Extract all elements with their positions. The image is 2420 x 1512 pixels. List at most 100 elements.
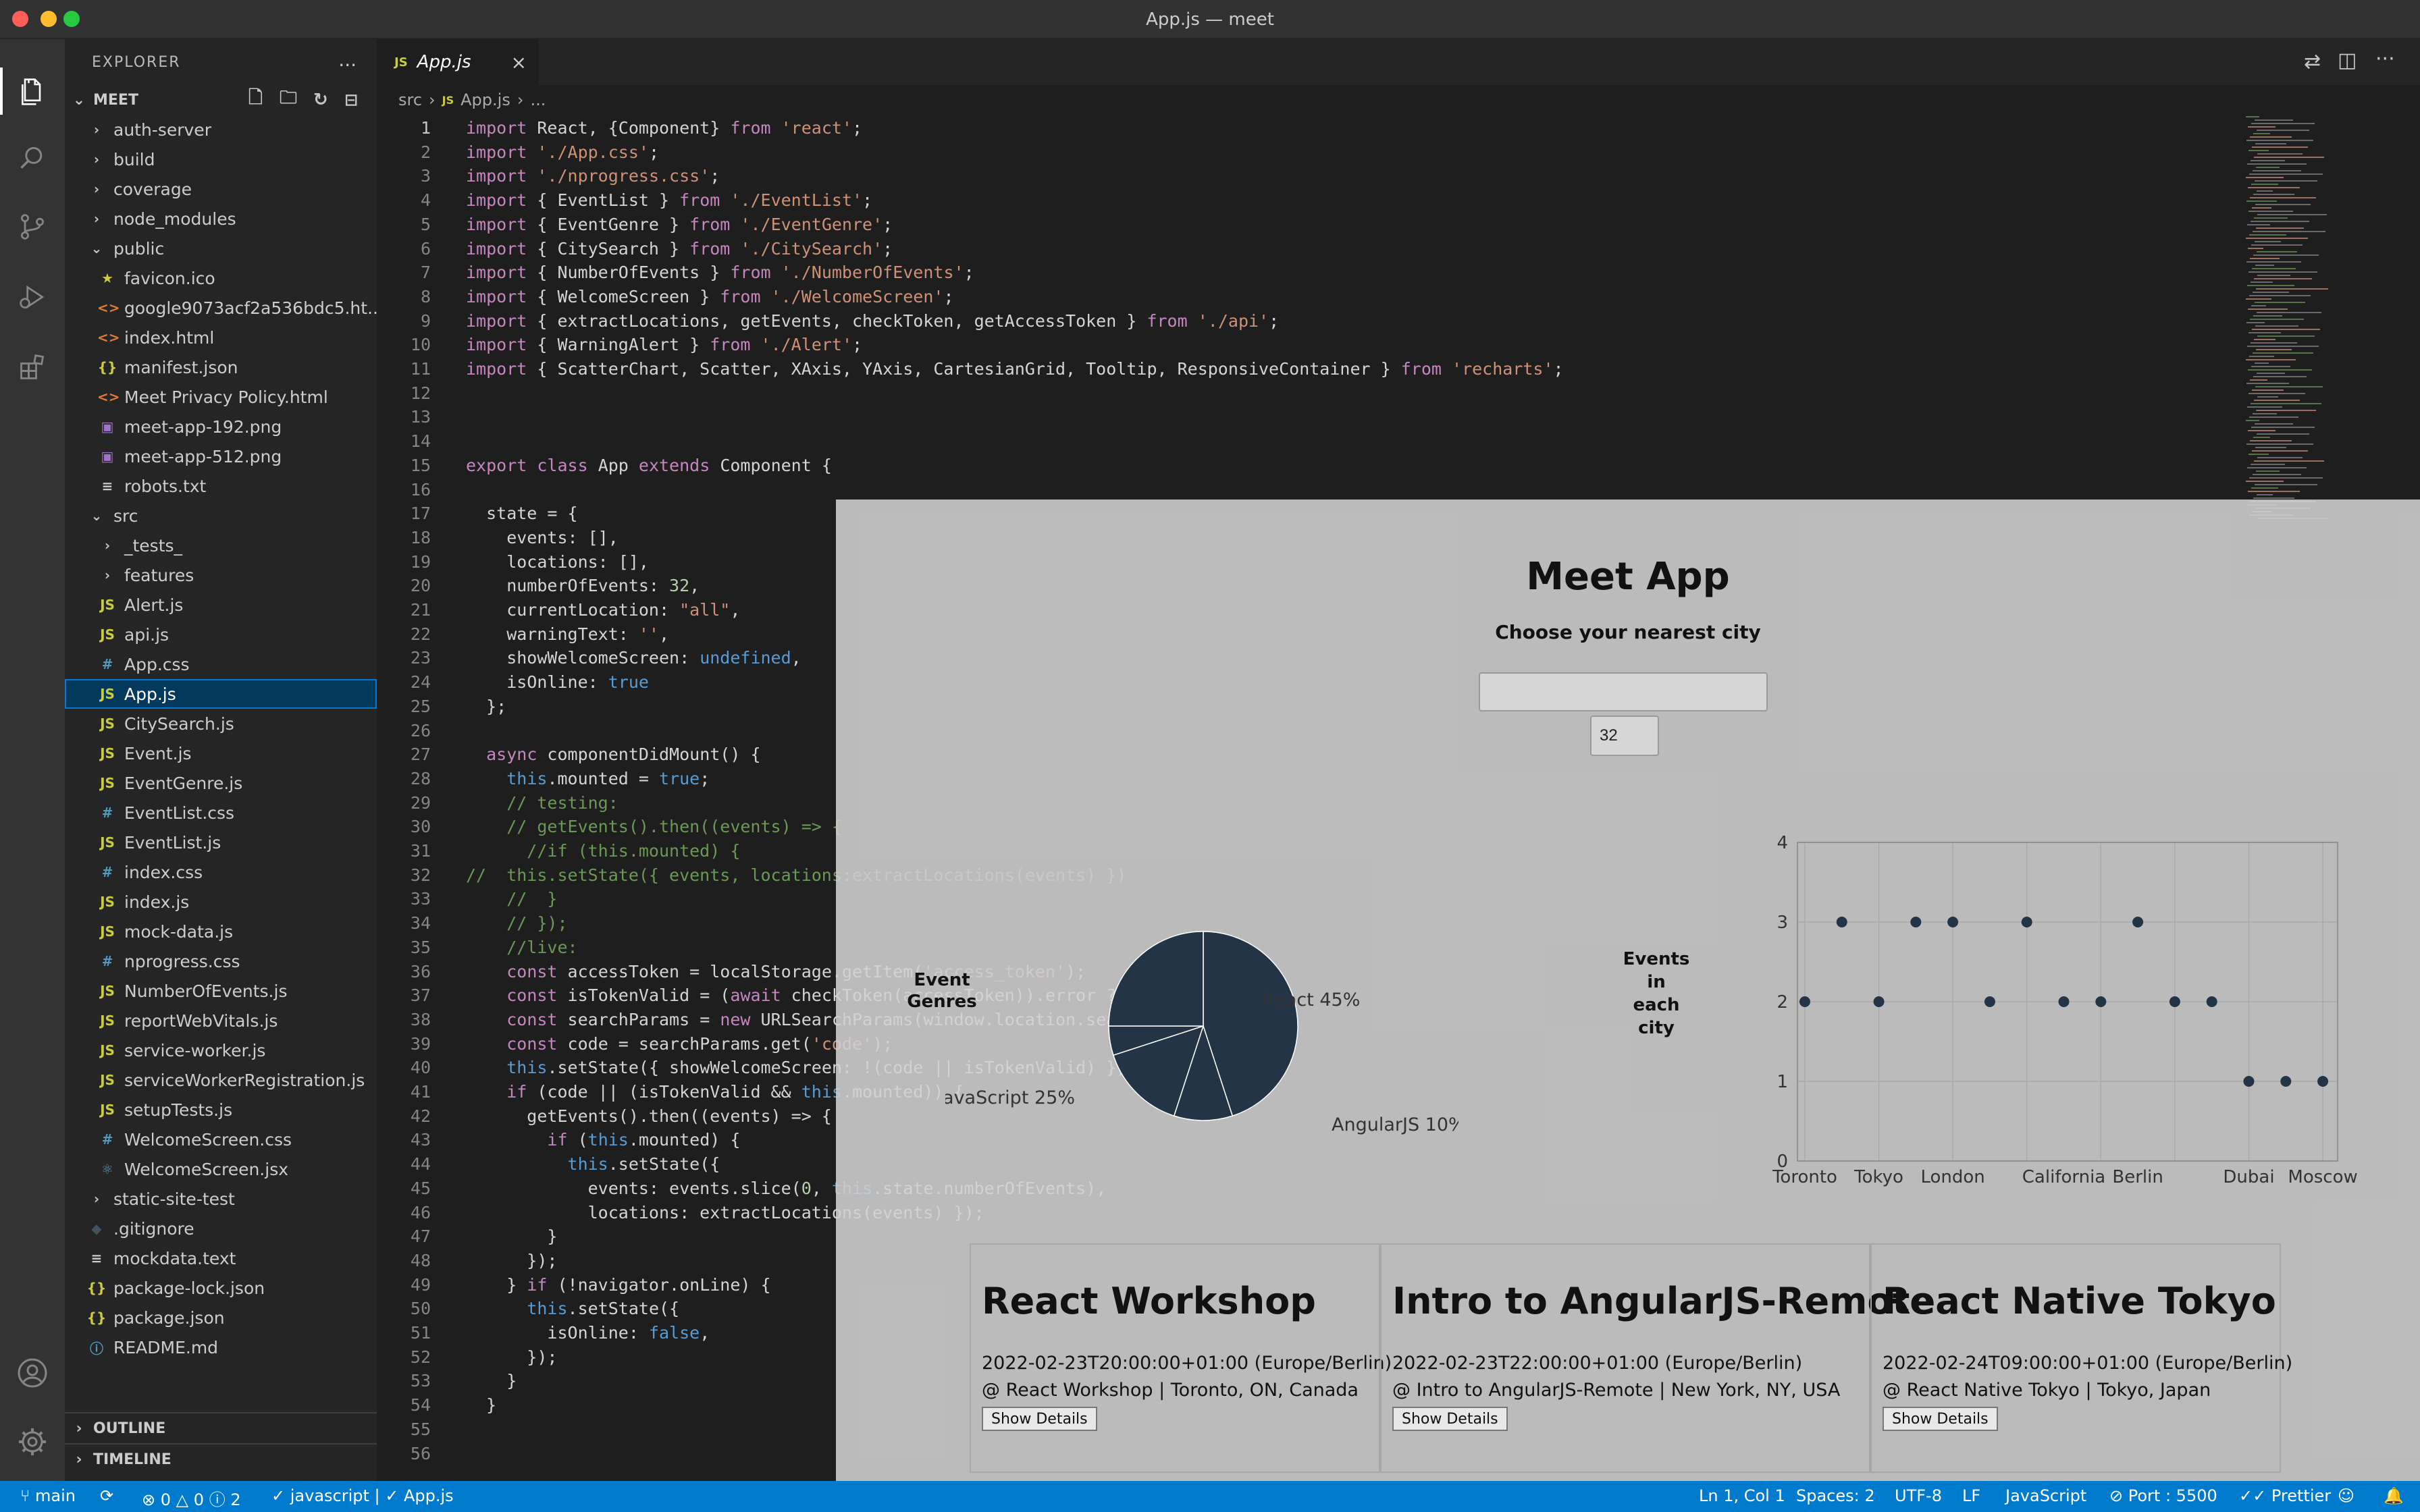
breadcrumb-more[interactable]: ... [530, 90, 546, 109]
folder-item[interactable]: › build [65, 144, 377, 174]
file-item[interactable]: JS Event.js [65, 738, 377, 768]
file-item[interactable]: JS serviceWorkerRegistration.js [65, 1065, 377, 1095]
file-item[interactable]: {} package-lock.json [65, 1273, 377, 1303]
file-item[interactable]: JS Alert.js [65, 590, 377, 620]
file-item[interactable]: # WelcomeScreen.css [65, 1125, 377, 1154]
breadcrumb: src › JS App.js › ... [398, 86, 546, 113]
file-item[interactable]: <> google9073acf2a536bdc5.ht... [65, 293, 377, 323]
file-item[interactable]: JS EventGenre.js [65, 768, 377, 798]
city-search-input[interactable] [1479, 672, 1768, 711]
indentation[interactable]: Spaces: 2 [1796, 1486, 1875, 1505]
file-item[interactable]: JS api.js [65, 620, 377, 649]
file-item[interactable]: ⚛ WelcomeScreen.jsx [65, 1154, 377, 1184]
prettier-text: Prettier [2271, 1486, 2332, 1505]
folder-item[interactable]: ⌄ src [65, 501, 377, 531]
show-details-button[interactable]: Show Details [982, 1407, 1097, 1431]
minimap[interactable] [2240, 113, 2420, 532]
folder-item[interactable]: › static-site-test [65, 1184, 377, 1214]
minimap-line [2248, 150, 2269, 151]
tab-app-js[interactable]: JS App.js × [377, 39, 539, 85]
split-editor-icon[interactable]: ◫ [2338, 49, 2357, 72]
file-item[interactable]: JS NumberOfEvents.js [65, 976, 377, 1006]
feedback-icon[interactable]: ☺ [2338, 1486, 2355, 1505]
new-folder-icon[interactable]: 🗀 [280, 85, 297, 115]
tree-item-label: index.html [124, 327, 215, 348]
compare-changes-icon[interactable]: ⇄ [2304, 50, 2321, 74]
source-control-icon[interactable] [14, 208, 51, 246]
breadcrumb-file[interactable]: App.js [461, 90, 510, 109]
search-icon[interactable] [14, 139, 51, 177]
settings-gear-icon[interactable] [14, 1423, 51, 1461]
file-item[interactable]: ⓘ README.md [65, 1332, 377, 1362]
file-item[interactable]: JS reportWebVitals.js [65, 1006, 377, 1035]
project-root[interactable]: ⌄ MEET 🗋 🗀 ↻ ⊟ [65, 85, 377, 115]
run-debug-icon[interactable] [14, 278, 51, 316]
files-icon[interactable] [14, 73, 51, 111]
eslint-status[interactable]: ✓ javascript | ✓ App.js [271, 1486, 454, 1505]
prettier-status[interactable]: ✓✓ Prettier [2239, 1486, 2331, 1505]
file-item[interactable]: ≡ mockdata.text [65, 1243, 377, 1273]
folder-item[interactable]: › features [65, 560, 377, 590]
collapse-all-icon[interactable]: ⊟ [344, 90, 358, 109]
file-item[interactable]: ★ favicon.ico [65, 263, 377, 293]
encoding[interactable]: UTF-8 [1895, 1486, 1942, 1505]
x-tick-label: Dubai [2223, 1167, 2274, 1187]
file-item[interactable]: ▣ meet-app-192.png [65, 412, 377, 441]
show-details-button[interactable]: Show Details [1883, 1407, 1998, 1431]
file-item[interactable]: JS App.js [65, 679, 377, 709]
breadcrumb-folder[interactable]: src [398, 90, 422, 109]
sync-icon[interactable]: ⟳ [100, 1486, 113, 1505]
city-label-line: city [1638, 1018, 1675, 1038]
account-icon[interactable] [14, 1354, 51, 1392]
file-item[interactable]: <> index.html [65, 323, 377, 352]
file-item[interactable]: ◆ .gitignore [65, 1214, 377, 1243]
notifications-icon[interactable]: 🔔 [2384, 1486, 2404, 1505]
file-item[interactable]: # App.css [65, 649, 377, 679]
folder-item[interactable]: › node_modules [65, 204, 377, 234]
live-server-port[interactable]: ⊘ Port : 5500 [2109, 1486, 2217, 1505]
branch-indicator[interactable]: ⑂ main [20, 1486, 76, 1505]
outline-section[interactable]: › OUTLINE [65, 1412, 377, 1443]
file-item[interactable]: ≡ robots.txt [65, 471, 377, 501]
file-item[interactable]: JS service-worker.js [65, 1035, 377, 1065]
file-item[interactable]: JS CitySearch.js [65, 709, 377, 738]
cursor-position[interactable]: Ln 1, Col 1 [1699, 1486, 1785, 1505]
extensions-icon[interactable] [14, 348, 51, 386]
folder-item[interactable]: ⌄ public [65, 234, 377, 263]
timeline-section[interactable]: › TIMELINE [65, 1443, 377, 1474]
folder-item[interactable]: › _tests_ [65, 531, 377, 560]
language-mode[interactable]: JavaScript [2005, 1486, 2086, 1505]
folder-item[interactable]: › auth-server [65, 115, 377, 144]
minimap-line [2248, 126, 2276, 128]
file-item[interactable]: # nprogress.css [65, 946, 377, 976]
file-item[interactable]: <> Meet Privacy Policy.html [65, 382, 377, 412]
close-tab-icon[interactable]: × [511, 51, 527, 74]
line-ending[interactable]: LF [1962, 1486, 1980, 1505]
file-item[interactable]: JS mock-data.js [65, 917, 377, 946]
show-details-button[interactable]: Show Details [1392, 1407, 1508, 1431]
file-item[interactable]: JS index.js [65, 887, 377, 917]
file-item[interactable]: {} package.json [65, 1303, 377, 1332]
folder-item[interactable]: › coverage [65, 174, 377, 204]
editor-more-icon[interactable]: ··· [2375, 47, 2395, 71]
line-number: 34 [410, 913, 431, 934]
minimap-line [2257, 457, 2303, 458]
file-item[interactable]: {} manifest.json [65, 352, 377, 382]
new-file-icon[interactable]: 🗋 [248, 85, 263, 115]
problems-indicator[interactable]: ⊗ 0 △ 0 ⓘ 2 [142, 1486, 241, 1510]
scatter-point [2021, 917, 2032, 927]
line-number: 7 [420, 263, 431, 283]
code-text: this.setState({ [567, 1154, 720, 1174]
file-item[interactable]: JS setupTests.js [65, 1095, 377, 1125]
file-item[interactable]: # index.css [65, 857, 377, 887]
file-item[interactable]: ▣ meet-app-512.png [65, 441, 377, 471]
minimap-line [2248, 393, 2305, 394]
refresh-icon[interactable]: ↻ [313, 90, 328, 110]
file-item[interactable]: JS EventList.js [65, 828, 377, 857]
more-actions-icon[interactable]: ··· [338, 54, 357, 76]
number-of-events-input[interactable] [1590, 716, 1659, 756]
scatter-point [2132, 917, 2144, 927]
css-file-icon: # [101, 805, 113, 821]
file-item[interactable]: # EventList.css [65, 798, 377, 828]
line-number: 13 [410, 407, 431, 427]
